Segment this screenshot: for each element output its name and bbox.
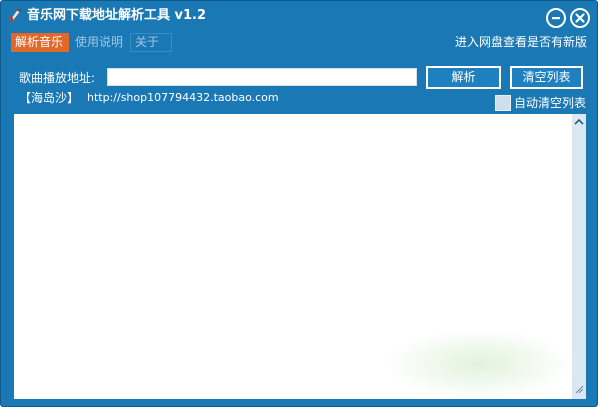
watermark [384,329,574,399]
result-list[interactable] [14,114,574,399]
minimize-icon [552,17,560,20]
close-button[interactable] [570,8,590,28]
app-window: 音乐网下载地址解析工具 v1.2 解析音乐 使用说明 关于 进入网盘查看是否有新… [0,0,598,407]
tab-parse-music[interactable]: 解析音乐 [11,33,69,52]
auto-clear-label[interactable]: 自动清空列表 [514,95,586,111]
scroll-up-icon[interactable] [574,118,584,126]
close-icon [575,13,585,23]
song-url-label: 歌曲播放地址: [19,71,96,85]
shop-url-link[interactable]: http://shop107794432.taobao.com [87,90,279,106]
title-bar[interactable]: 音乐网下载地址解析工具 v1.2 [1,1,597,31]
tab-about[interactable]: 关于 [130,33,172,52]
tab-usage-guide[interactable]: 使用说明 [71,33,128,52]
list-scrollbar[interactable] [572,114,586,399]
window-title: 音乐网下载地址解析工具 v1.2 [27,8,207,23]
app-logo-icon [7,7,23,23]
song-url-input[interactable] [107,68,417,86]
auto-clear-checkbox[interactable] [495,95,511,111]
minimize-button[interactable] [546,8,566,28]
parse-button[interactable]: 解析 [426,66,501,89]
check-update-link[interactable]: 进入网盘查看是否有新版 [455,34,587,50]
shop-name: 【海岛沙】 [19,91,80,105]
clear-list-button[interactable]: 清空列表 [510,66,583,89]
resize-grip-icon[interactable] [574,384,584,394]
